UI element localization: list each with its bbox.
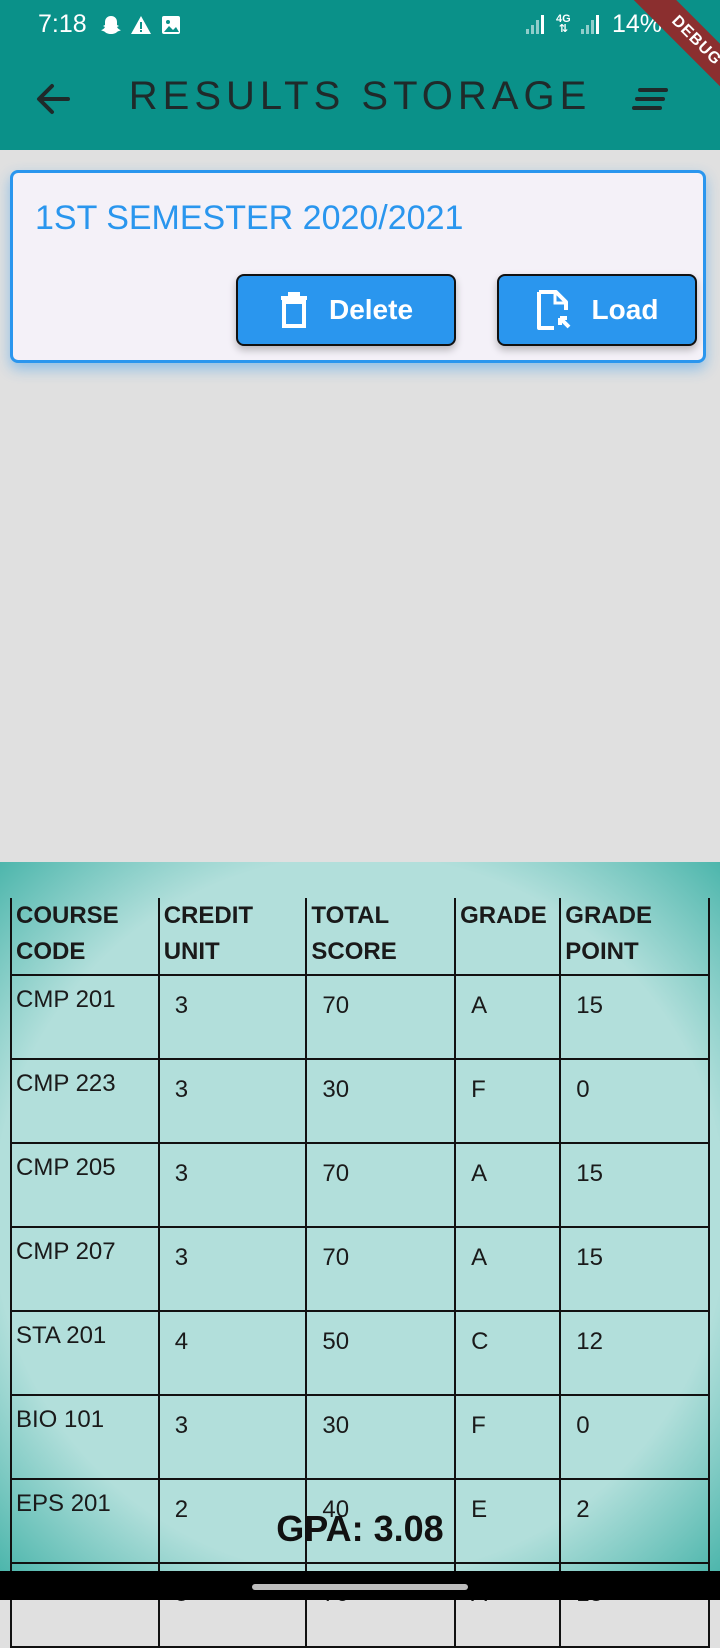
table-row: BIO 101 3 30 F 0 <box>10 1394 710 1480</box>
app-bar: RESULTS STORAGE <box>0 52 720 150</box>
cell-grade-point: 15 <box>559 1142 710 1228</box>
header-credit-unit: CREDIT UNIT <box>157 898 308 976</box>
snapchat-icon <box>100 14 122 41</box>
load-button-label: Load <box>591 294 659 325</box>
header-grade-point: GRADE POINT <box>559 898 710 976</box>
results-panel: COURSE CODE CREDIT UNIT TOTAL SCORE GRADE G… <box>0 862 720 1648</box>
cell-grade: C <box>454 1310 562 1396</box>
table-row: CMP 205 3 70 A 15 <box>10 1142 710 1228</box>
cell-total-score: 50 <box>305 1310 457 1396</box>
cell-course-code: STA 201 <box>10 1310 160 1396</box>
cell-grade-point: 15 <box>559 974 710 1060</box>
table-row: CMP 223 3 30 F 0 <box>10 1058 710 1144</box>
signal-icon <box>580 14 601 34</box>
table-header-row: COURSE CODE CREDIT UNIT TOTAL SCORE GRADE G… <box>10 898 710 976</box>
saved-result-title: 1ST SEMESTER 2020/2021 <box>35 199 464 237</box>
cell-grade: A <box>454 974 562 1060</box>
status-bar: 7:18 4G ⇅ 14% <box>0 0 720 52</box>
cell-credit-unit: 3 <box>157 974 308 1060</box>
status-icons-right: 4G ⇅ <box>526 13 601 35</box>
cell-credit-unit: 3 <box>157 1142 308 1228</box>
cell-course-code: CMP 223 <box>10 1058 160 1144</box>
cell-grade-point: 0 <box>559 1058 710 1144</box>
cell-total-score: 70 <box>305 1142 457 1228</box>
image-icon <box>160 14 182 41</box>
cell-course-code: CMP 205 <box>10 1142 160 1228</box>
sort-menu-button[interactable] <box>632 82 672 118</box>
page-title: RESULTS STORAGE <box>128 74 592 118</box>
cell-grade: F <box>454 1394 562 1480</box>
delete-button-label: Delete <box>328 294 414 325</box>
cell-grade-point: 12 <box>559 1310 710 1396</box>
network-4g-icon: 4G ⇅ <box>556 13 571 35</box>
sort-menu-icon <box>632 88 672 122</box>
cell-grade-point: 0 <box>559 1394 710 1480</box>
cell-grade: A <box>454 1226 562 1312</box>
delete-button[interactable]: Delete <box>236 274 456 346</box>
cell-course-code: CMP 207 <box>10 1226 160 1312</box>
trash-icon <box>279 292 309 328</box>
cell-credit-unit: 3 <box>157 1226 308 1312</box>
cell-course-code: BIO 101 <box>10 1394 160 1480</box>
cell-total-score: 30 <box>305 1394 457 1480</box>
load-button[interactable]: Load <box>497 274 697 346</box>
saved-result-card: 1ST SEMESTER 2020/2021 Delete Load <box>10 170 706 363</box>
table-row: CMP 207 3 70 A 15 <box>10 1226 710 1312</box>
cell-grade: F <box>454 1058 562 1144</box>
header-grade: GRADE <box>454 898 562 976</box>
cell-total-score: 30 <box>305 1058 457 1144</box>
cell-credit-unit: 3 <box>157 1394 308 1480</box>
table-row: CMP 201 3 70 A 15 <box>10 974 710 1060</box>
file-open-icon <box>536 290 572 330</box>
home-indicator[interactable] <box>252 1584 468 1590</box>
signal-icon <box>526 14 546 34</box>
navigation-bar <box>0 1571 720 1600</box>
status-icons-left <box>100 14 182 41</box>
cell-grade-point: 15 <box>559 1226 710 1312</box>
warning-icon <box>130 14 152 41</box>
cell-credit-unit: 4 <box>157 1310 308 1396</box>
header-total-score: TOTAL SCORE <box>305 898 457 976</box>
cell-credit-unit: 3 <box>157 1058 308 1144</box>
gpa-label: GPA: 3.08 <box>276 1508 444 1549</box>
cell-grade: A <box>454 1142 562 1228</box>
status-time: 7:18 <box>38 10 87 38</box>
cell-total-score: 70 <box>305 974 457 1060</box>
header-course-code: COURSE CODE <box>10 898 160 976</box>
table-row: STA 201 4 50 C 12 <box>10 1310 710 1396</box>
cell-course-code: CMP 201 <box>10 974 160 1060</box>
cell-total-score: 70 <box>305 1226 457 1312</box>
